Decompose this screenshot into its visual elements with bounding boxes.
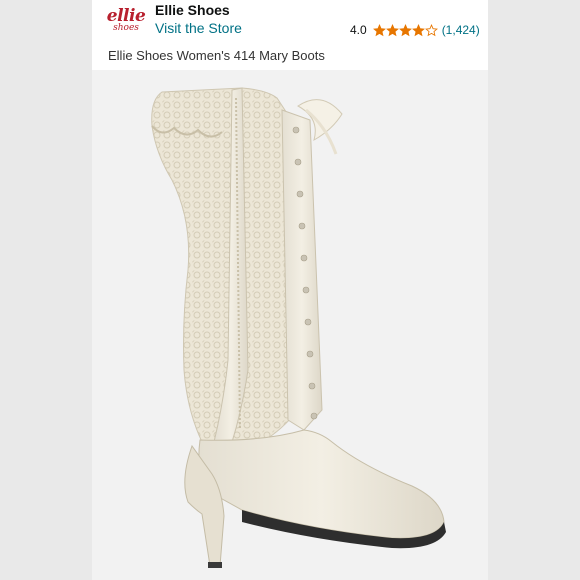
brand-name: Ellie Shoes — [155, 2, 230, 18]
brand-logo[interactable]: ellie shoes — [106, 3, 146, 37]
star-rating[interactable] — [372, 23, 438, 37]
product-card: ellie shoes Ellie Shoes Visit the Store … — [92, 0, 488, 580]
star-filled-icon — [411, 23, 425, 36]
star-filled-icon — [372, 23, 386, 36]
boot-photo — [151, 87, 446, 568]
star-filled-icon — [398, 23, 412, 36]
rating-value: 4.0 — [350, 23, 367, 37]
product-title: Ellie Shoes Women's 414 Mary Boots — [108, 48, 325, 63]
visit-store-link[interactable]: Visit the Store — [155, 20, 242, 36]
logo-text: ellie — [106, 5, 146, 26]
star-filled-icon — [385, 23, 399, 36]
rating-count-link[interactable]: (1,424) — [442, 23, 480, 37]
star-empty-icon — [424, 23, 438, 36]
store-header: ellie shoes Ellie Shoes Visit the Store … — [92, 0, 488, 42]
rating-summary[interactable]: 4.0 (1,424) — [350, 23, 480, 37]
logo-subtext: shoes — [113, 22, 139, 33]
product-image[interactable] — [92, 70, 488, 580]
